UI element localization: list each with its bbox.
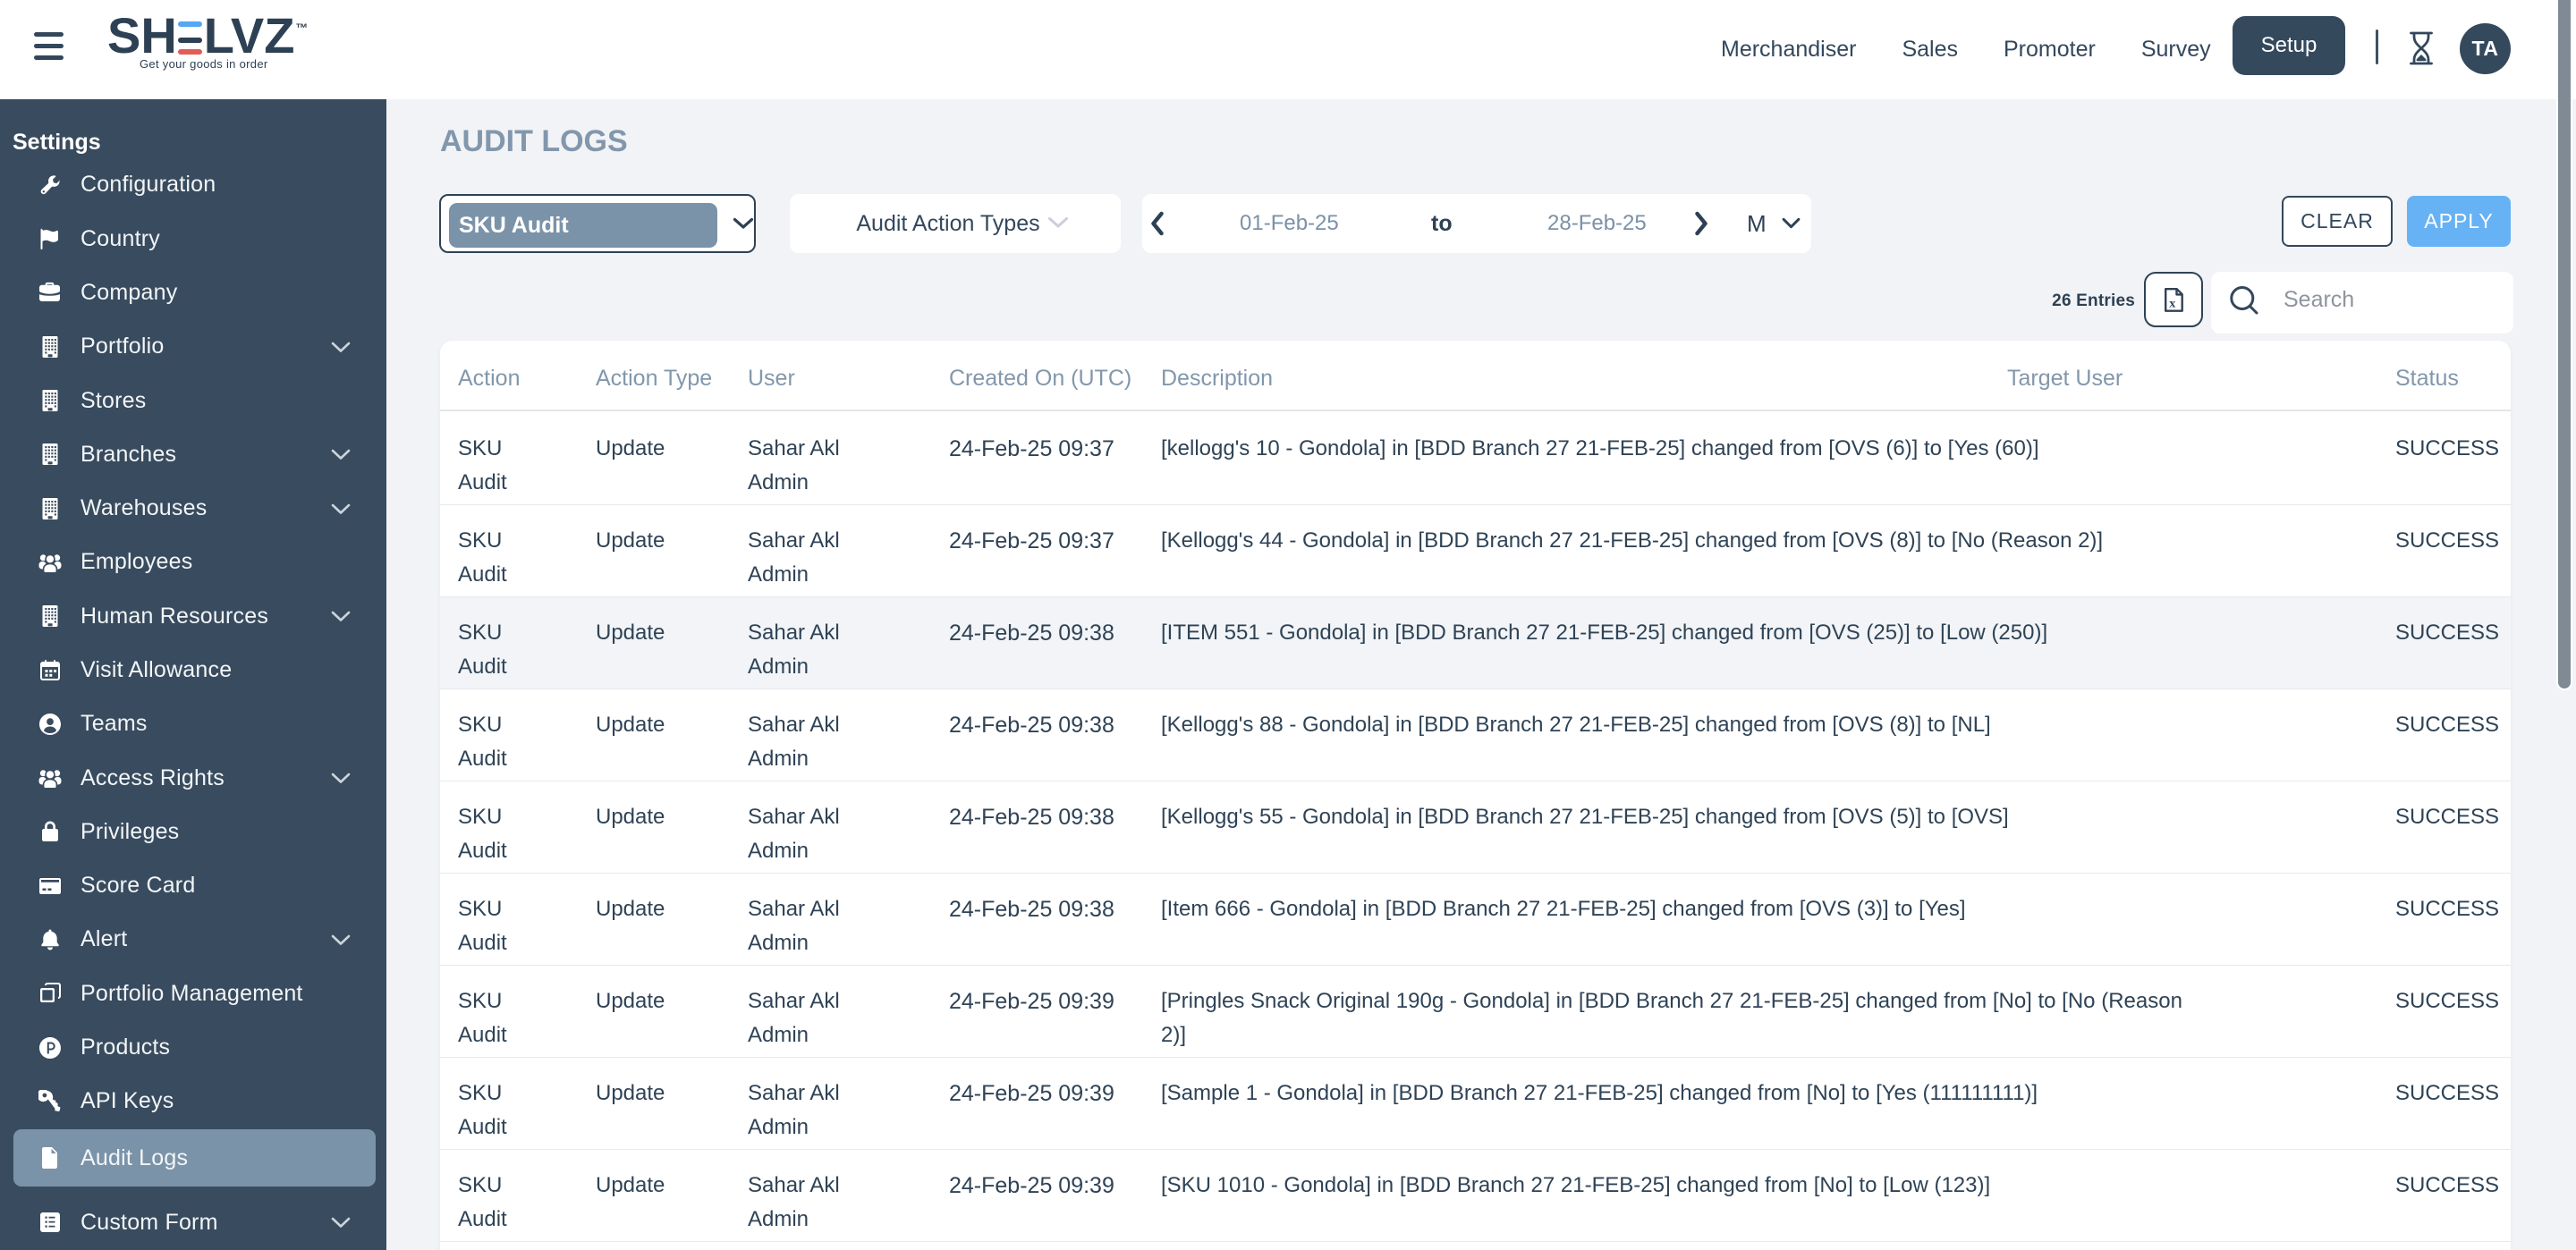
svg-text:x: x: [2169, 297, 2175, 310]
